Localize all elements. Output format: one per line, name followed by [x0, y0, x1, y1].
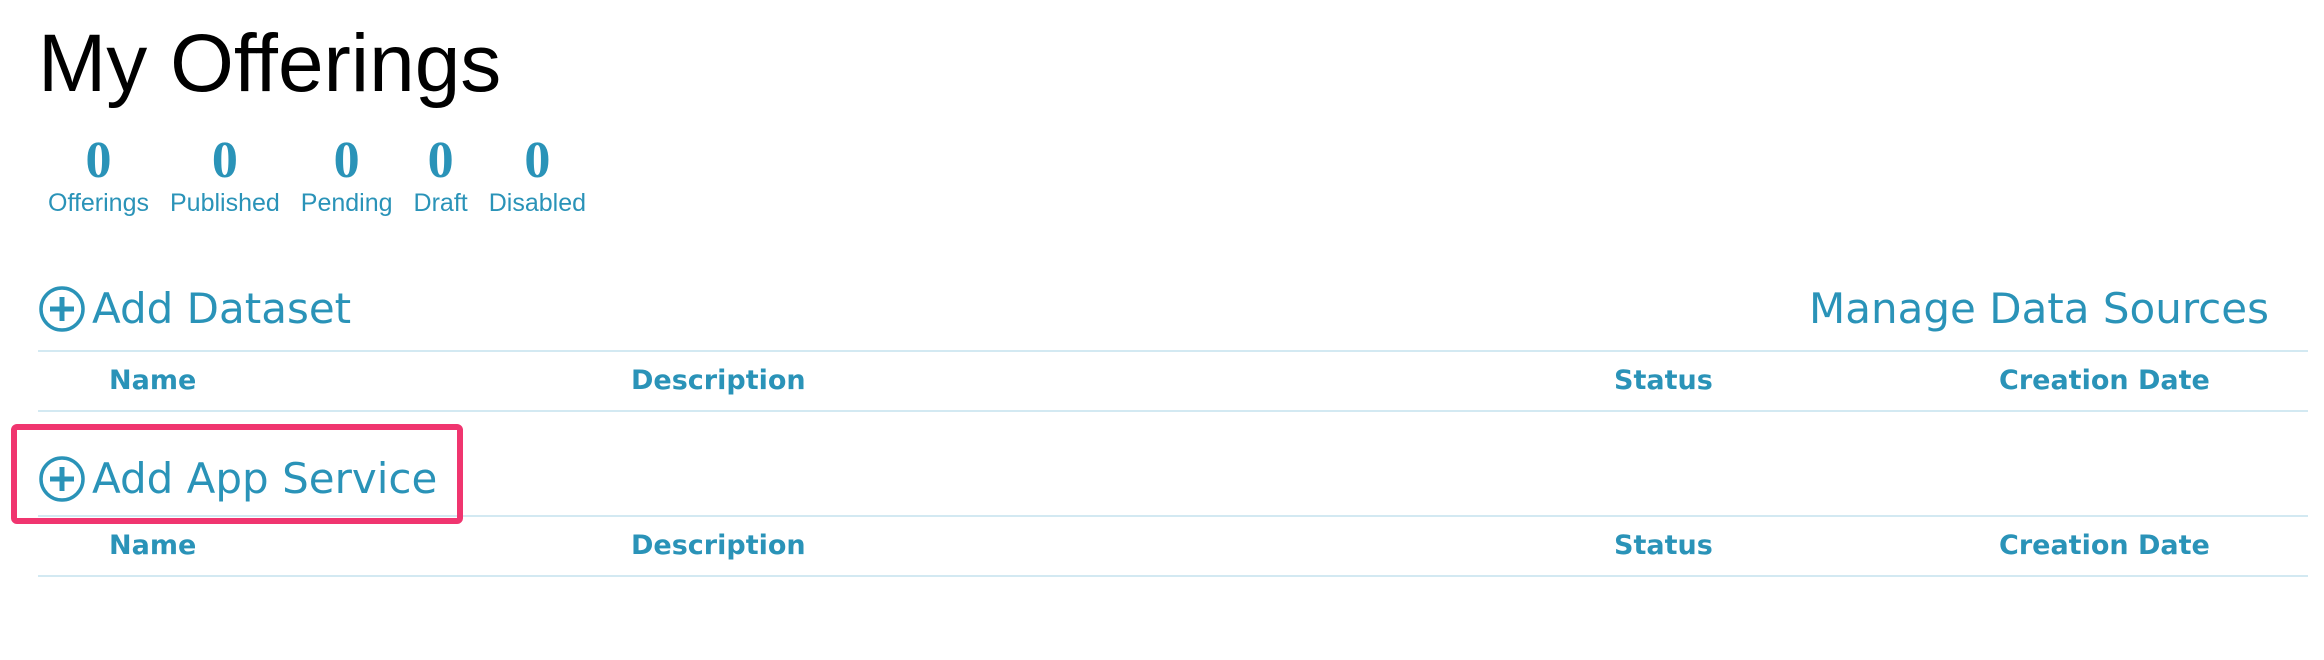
- plus-circle-icon: [39, 456, 85, 502]
- stat-pending-label: Pending: [300, 189, 393, 217]
- app-service-col-creation-date[interactable]: Creation Date: [1999, 517, 2210, 575]
- offering-stats: 0 Offerings 0 Published 0 Pending 0 Draf…: [48, 132, 587, 218]
- stat-disabled-count: 0: [524, 132, 551, 189]
- add-app-service-label: Add App Service: [92, 454, 438, 503]
- app-service-table-header: Name Description Status Creation Date: [38, 515, 2308, 577]
- app-service-col-description[interactable]: Description: [631, 517, 806, 575]
- stat-draft-label: Draft: [413, 189, 468, 217]
- dataset-col-name[interactable]: Name: [109, 352, 196, 410]
- add-app-service-button[interactable]: Add App Service: [38, 452, 437, 506]
- stat-offerings-label: Offerings: [48, 189, 149, 217]
- app-service-col-name[interactable]: Name: [109, 517, 196, 575]
- stat-disabled[interactable]: 0 Disabled: [488, 132, 587, 218]
- stat-offerings-count: 0: [85, 132, 112, 189]
- dataset-col-creation-date[interactable]: Creation Date: [1999, 352, 2210, 410]
- stat-offerings[interactable]: 0 Offerings: [48, 132, 149, 218]
- add-dataset-label: Add Dataset: [92, 284, 352, 333]
- stat-published-label: Published: [169, 189, 280, 217]
- stat-published-count: 0: [211, 132, 238, 189]
- page-title: My Offerings: [38, 18, 502, 109]
- stat-draft-count: 0: [427, 132, 454, 189]
- dataset-col-description[interactable]: Description: [631, 352, 806, 410]
- plus-circle-icon: [39, 286, 85, 332]
- stat-pending[interactable]: 0 Pending: [300, 132, 393, 218]
- dataset-table-header: Name Description Status Creation Date: [38, 350, 2308, 412]
- stat-draft[interactable]: 0 Draft: [413, 132, 468, 218]
- stat-pending-count: 0: [333, 132, 360, 189]
- stat-disabled-label: Disabled: [488, 189, 587, 217]
- app-service-col-status[interactable]: Status: [1614, 517, 1713, 575]
- add-dataset-button[interactable]: Add Dataset: [38, 282, 351, 336]
- stat-published[interactable]: 0 Published: [169, 132, 280, 218]
- manage-data-sources-link[interactable]: Manage Data Sources: [1809, 282, 2269, 336]
- dataset-col-status[interactable]: Status: [1614, 352, 1713, 410]
- app-service-section-header: Add App Service: [38, 452, 2308, 516]
- dataset-section-header: Add Dataset Manage Data Sources: [38, 282, 2308, 346]
